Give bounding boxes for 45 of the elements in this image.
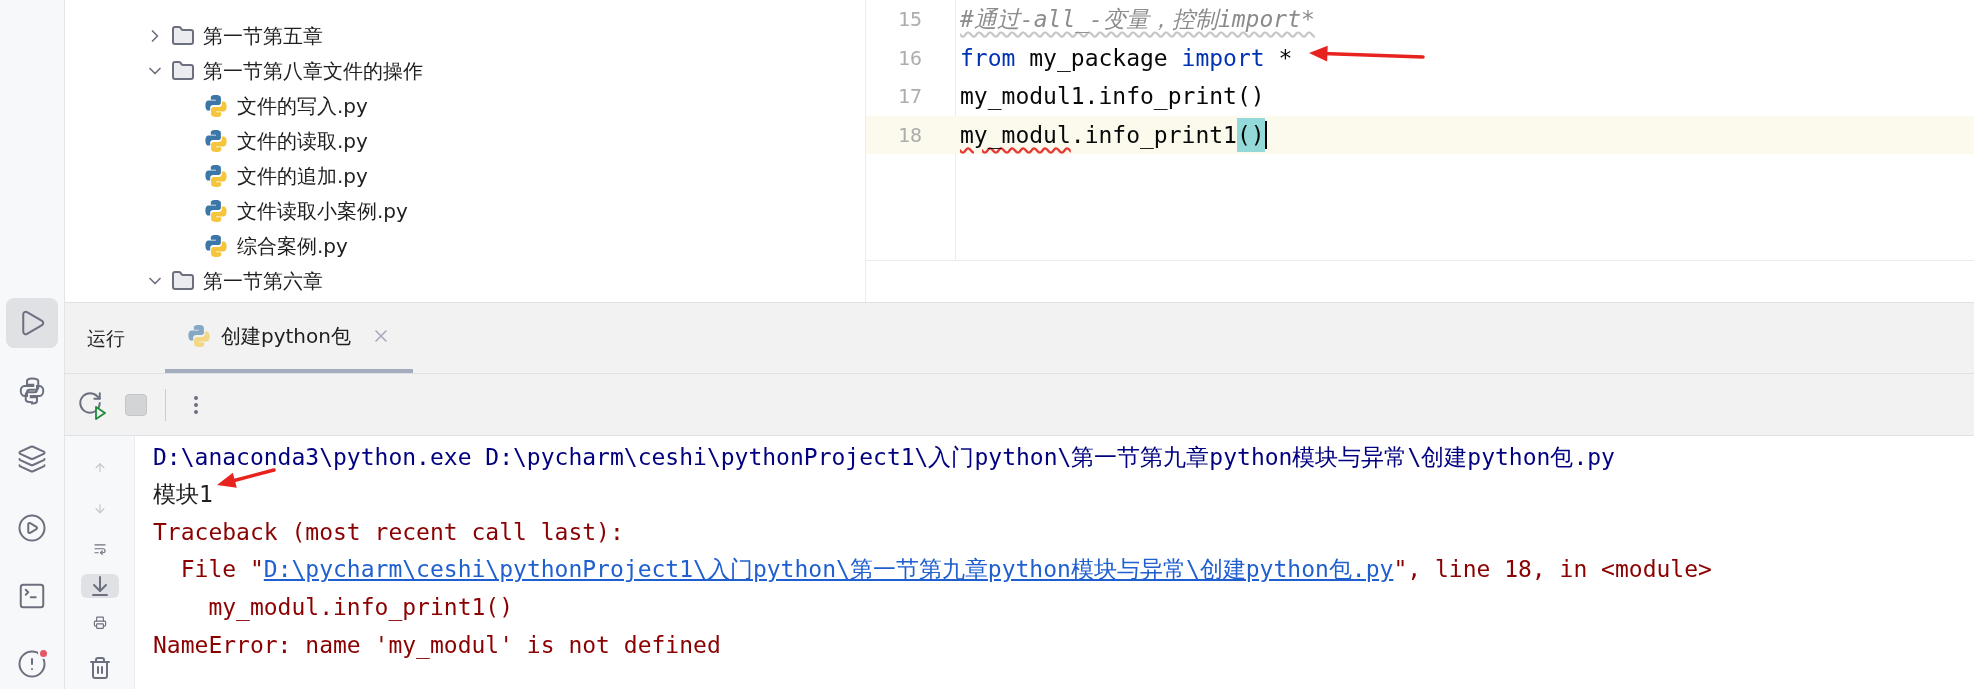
code-line: my_modul1.info_print() [960, 82, 1265, 112]
folder-icon [171, 268, 195, 293]
line-number: 17 [896, 83, 922, 111]
folder-icon [171, 58, 195, 83]
file-link[interactable]: D:\pycharm\ceshi\pythonProject1\入门python\第一节第九章python模块与异常\创建python包.py [263, 552, 1394, 587]
annotation-arrow [217, 468, 276, 488]
folder-name[interactable]: 第一节第五章 [203, 20, 323, 51]
console-line: File "D:\pycharm\ceshi\pythonProject1\入门python\第一节第九章python模块与异常\创建python包.py", line 18, in <module> [153, 550, 1712, 589]
console-line: D:\anaconda3\python.exe D:\pycharm\ceshi\pythonProject1\入门python\第一节第九章python模块与异常\创建python包.py [153, 442, 1615, 472]
python-icon [187, 324, 211, 348]
code-line: my_modul.info_print1() [960, 117, 1265, 152]
console-line: Traceback (most recent call last): [153, 517, 624, 547]
python-icon [204, 128, 228, 153]
line-number: 16 [896, 44, 922, 72]
python-icon [204, 163, 228, 188]
file-name[interactable]: 文件读取小案例.py [237, 195, 408, 226]
trash-icon[interactable] [87, 656, 112, 680]
file-name[interactable]: 综合案例.py [237, 230, 348, 261]
line-number: 15 [896, 6, 922, 34]
play-badge-icon [93, 405, 107, 420]
line-number: 18 [896, 121, 922, 149]
scroll-to-end-button[interactable] [80, 573, 119, 598]
file-name[interactable]: 文件的读取.py [237, 125, 368, 156]
console-line: NameError: name 'my_modul' is not defined [153, 630, 721, 661]
rerun-icon [77, 389, 103, 416]
python-icon [204, 233, 228, 258]
folder-icon [171, 23, 195, 48]
python-icon [204, 93, 228, 118]
text-cursor [1264, 120, 1267, 149]
folder-name[interactable]: 第一节第八章文件的操作 [203, 55, 423, 86]
python-outline-icon[interactable] [17, 376, 47, 407]
python-icon [204, 198, 228, 223]
layers-icon[interactable] [17, 444, 47, 475]
console-line: my_modul.info_print1() [207, 592, 514, 623]
panel-title: 运行 [87, 325, 125, 351]
rerun-button[interactable] [77, 389, 107, 420]
console-line: 模块1 [153, 480, 213, 510]
run-tool-button[interactable] [6, 298, 58, 349]
play-circle-icon[interactable] [17, 512, 47, 543]
code-line: #通过-all_-变量，控制import* [960, 5, 1315, 35]
alert-icon [17, 648, 47, 679]
file-name[interactable]: 文件的追加.py [237, 160, 368, 191]
file-name[interactable]: 文件的写入.py [237, 90, 368, 121]
folder-name[interactable]: 第一节第六章 [203, 265, 323, 296]
code-line: from my_package import * [960, 43, 1293, 74]
